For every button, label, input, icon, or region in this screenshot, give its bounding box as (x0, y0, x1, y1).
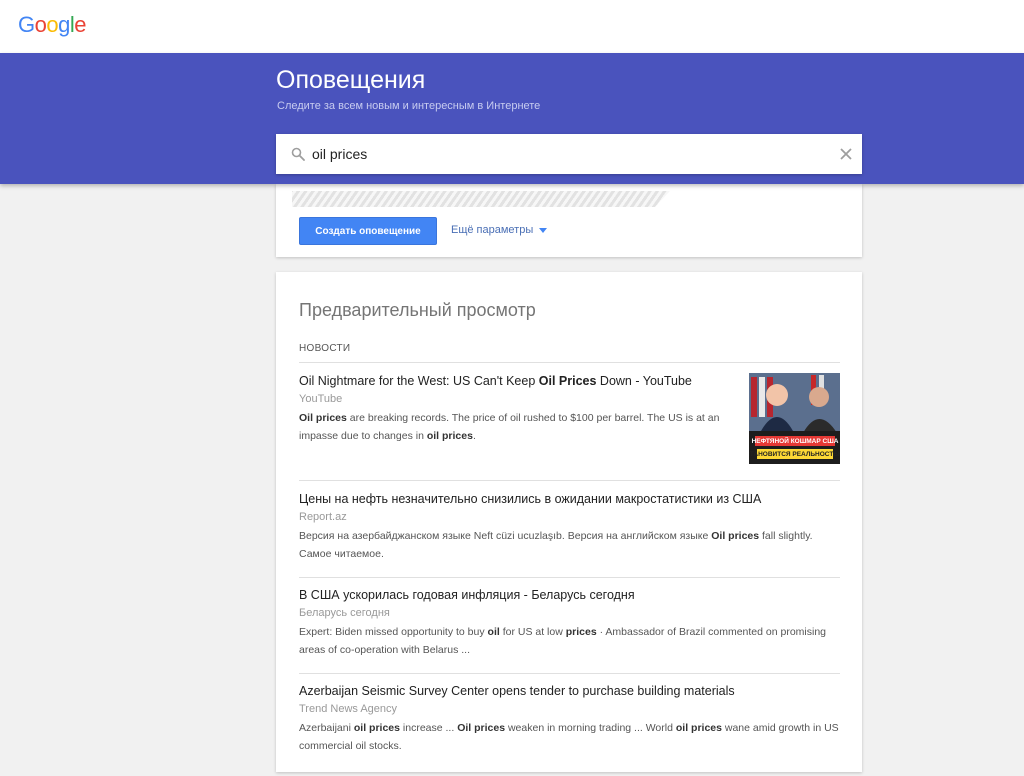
logo-letter: g (58, 12, 70, 37)
keyword-highlight: oil prices (426, 430, 473, 442)
more-options-label: Ещё параметры (451, 224, 534, 236)
text-run: Oil Nightmare for the West: US Can't Kee… (299, 374, 539, 388)
keyword-highlight: Oil prices (711, 530, 760, 542)
keyword-highlight: oil prices (675, 722, 722, 734)
logo-letter: o (34, 12, 47, 37)
news-item-snippet: Oil prices are breaking records. The pri… (299, 409, 740, 445)
video-thumbnail[interactable]: НЕФТЯНОЙ КОШМАР США СТАНОВИТСЯ РЕАЛЬНОСТ… (749, 373, 840, 464)
divider (299, 577, 840, 578)
news-item-title[interactable]: Azerbaijan Seismic Survey Center opens t… (299, 683, 840, 700)
page-title: Оповещения (276, 66, 426, 94)
keyword-highlight: Oil prices (299, 412, 347, 424)
news-item: Azerbaijan Seismic Survey Center opens t… (299, 683, 840, 770)
text-run: are breaking records. The price of oil r… (299, 412, 720, 442)
news-item-source: Trend News Agency (299, 703, 398, 715)
text-run: Цены на нефть незначительно снизились в … (299, 492, 762, 506)
news-item-snippet: Expert: Biden missed opportunity to buy … (299, 623, 840, 659)
news-item: В США ускорилась годовая инфляция - Бела… (299, 587, 840, 674)
alert-options-card: Создать оповещение Ещё параметры (276, 184, 862, 257)
logo-letter: e (74, 12, 87, 37)
news-item: Цены на нефть незначительно снизились в … (299, 491, 840, 578)
create-alert-button[interactable]: Создать оповещение (299, 217, 437, 245)
news-item-source: Report.az (299, 511, 347, 523)
more-options-toggle[interactable]: Ещё параметры (451, 224, 548, 236)
text-run: weaken in morning trading ... World (505, 722, 676, 734)
preview-card: Предварительный просмотр НОВОСТИ Oil Nig… (276, 272, 862, 772)
text-run: increase ... (399, 722, 458, 734)
thumbnail-image: НЕФТЯНОЙ КОШМАР США СТАНОВИТСЯ РЕАЛЬНОСТ… (749, 373, 840, 464)
news-item-snippet: Azerbaijani oil prices increase ... Oil … (299, 719, 840, 755)
thumbnail-caption-line-2: СТАНОВИТСЯ РЕАЛЬНОСТЬЮ (749, 451, 840, 458)
caret-down-icon (539, 227, 548, 233)
news-item-snippet: Версия на азербайджанском языке Neft cüz… (299, 527, 840, 563)
alert-query-box[interactable] (276, 134, 862, 174)
google-logo[interactable]: Google (18, 12, 87, 38)
hidden-suggestions-strip (292, 191, 670, 207)
section-label-news: НОВОСТИ (299, 343, 351, 354)
divider (299, 362, 840, 363)
news-item-source: Беларусь сегодня (299, 607, 390, 619)
logo-letter: G (18, 12, 35, 37)
news-item-source: YouTube (299, 393, 343, 405)
text-run: В США ускорилась годовая инфляция - Бела… (299, 588, 635, 602)
keyword-highlight: oil (487, 626, 500, 638)
alerts-header: Оповещения Следите за всем новым и интер… (0, 53, 1024, 184)
top-bar: Google (0, 0, 1024, 53)
text-run: Версия на азербайджанском языке Neft cüz… (299, 530, 712, 542)
news-item-title[interactable]: Oil Nightmare for the West: US Can't Kee… (299, 373, 740, 390)
text-run: Expert: Biden missed opportunity to buy (299, 626, 488, 638)
keyword-highlight: prices (565, 626, 597, 638)
search-icon (291, 147, 305, 161)
close-icon[interactable] (838, 146, 854, 162)
thumbnail-caption-line-1: НЕФТЯНОЙ КОШМАР США (752, 436, 839, 445)
text-run: for US at low (499, 626, 566, 638)
keyword-highlight: oil prices (353, 722, 400, 734)
text-run: Azerbaijan Seismic Survey Center opens t… (299, 684, 735, 698)
text-run: Azerbaijani (299, 722, 354, 734)
divider (299, 673, 840, 674)
news-item-title[interactable]: Цены на нефть незначительно снизились в … (299, 491, 840, 508)
preview-title: Предварительный просмотр (299, 300, 536, 320)
text-run: Down - YouTube (596, 374, 692, 388)
keyword-highlight: Oil Prices (538, 374, 597, 388)
alert-query-input[interactable] (312, 146, 812, 162)
news-item-title[interactable]: В США ускорилась годовая инфляция - Бела… (299, 587, 840, 604)
keyword-highlight: Oil prices (457, 722, 506, 734)
logo-letter: o (46, 12, 59, 37)
text-run: . (472, 430, 476, 442)
news-item: Oil Nightmare for the West: US Can't Kee… (299, 373, 840, 481)
divider (299, 480, 840, 481)
page-subtitle: Следите за всем новым и интересным в Инт… (277, 100, 541, 112)
